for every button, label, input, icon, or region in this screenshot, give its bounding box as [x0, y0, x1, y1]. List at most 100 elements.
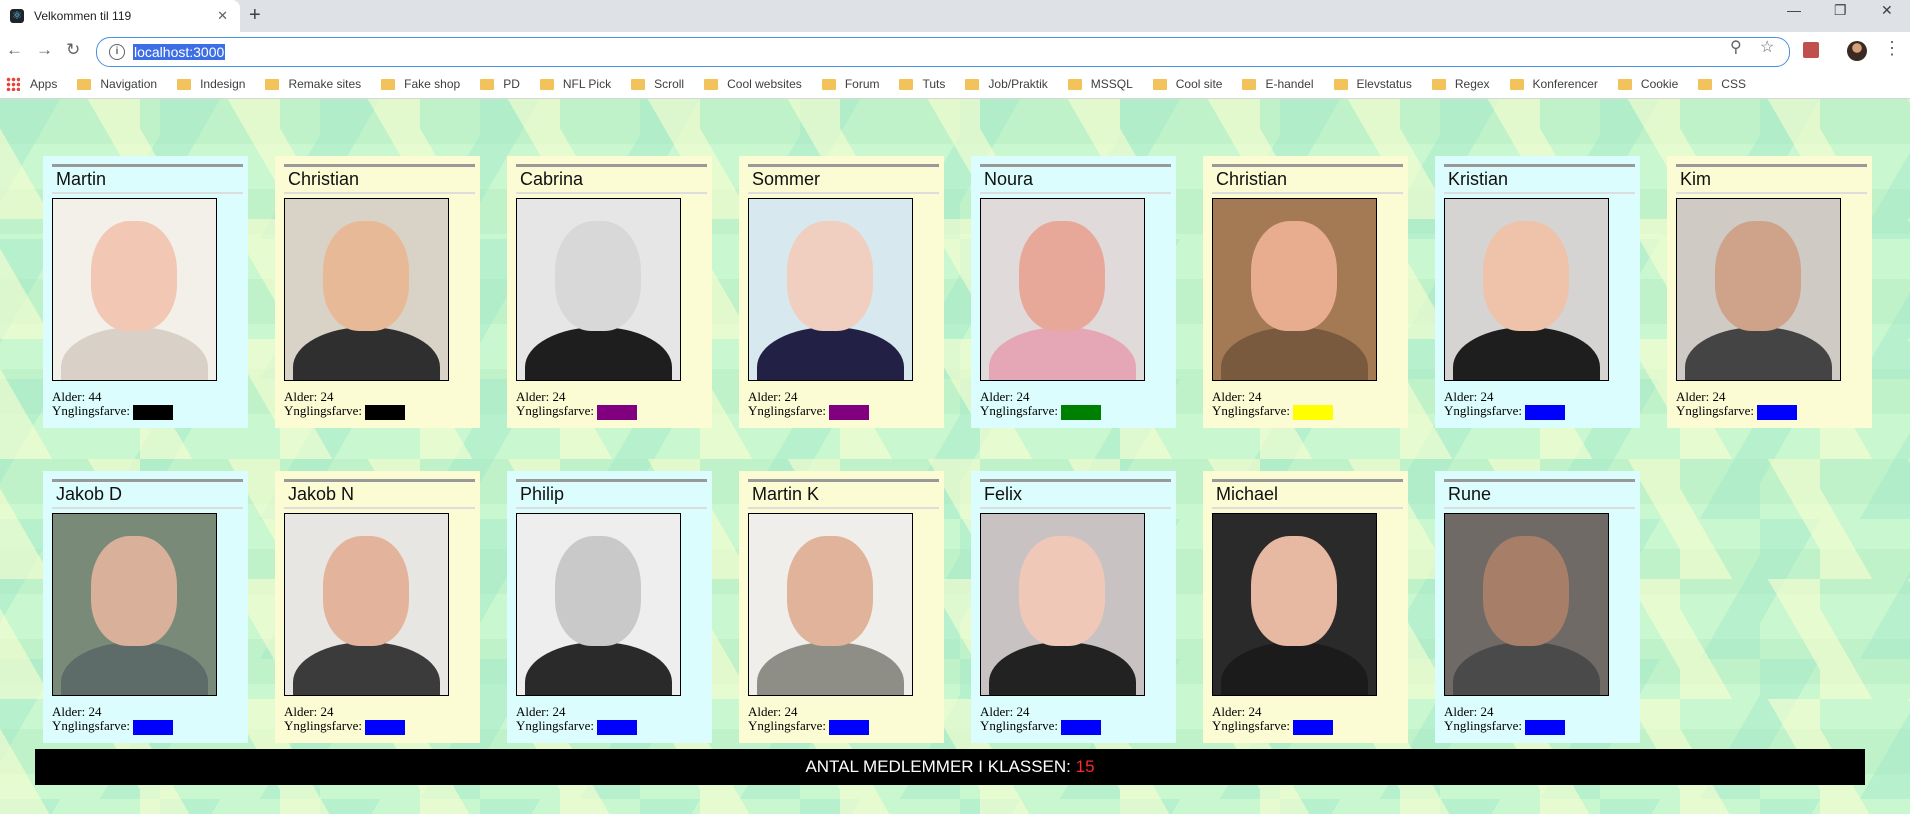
bookmark-star-icon[interactable]: ☆: [1760, 37, 1774, 57]
bookmark-label: Tuts: [922, 77, 946, 91]
bookmark-label: PD: [503, 77, 520, 91]
favorite-color-label: Ynglingsfarve:: [52, 718, 130, 733]
reload-icon[interactable]: ↻: [66, 40, 80, 60]
member-info: Alder: 44 Ynglingsfarve:: [52, 390, 173, 420]
age-label: Alder:: [1212, 389, 1246, 404]
member-photo: [980, 198, 1145, 381]
member-info: Alder: 24 Ynglingsfarve:: [284, 390, 405, 420]
bookmark-item[interactable]: Cookie: [1617, 77, 1678, 91]
member-photo: [284, 513, 449, 696]
favorite-color-label: Ynglingsfarve:: [980, 718, 1058, 733]
zoom-icon[interactable]: ⚲: [1730, 37, 1742, 57]
favorite-color-label: Ynglingsfarve:: [748, 403, 826, 418]
bookmark-item[interactable]: Remake sites: [265, 77, 361, 91]
favorite-color-swatch: [364, 404, 405, 420]
new-tab-button[interactable]: +: [249, 4, 261, 27]
member-card: Jakob D Alder: 24 Ynglingsfarve:: [43, 471, 248, 743]
member-count-label: ANTAL MEDLEMMER I KLASSEN:: [805, 757, 1071, 776]
age-label: Alder:: [1444, 389, 1478, 404]
age-label: Alder:: [284, 704, 318, 719]
minimize-icon[interactable]: —: [1787, 2, 1801, 18]
bookmark-item[interactable]: Tuts: [899, 77, 945, 91]
browser-menu-icon[interactable]: ⋮: [1883, 38, 1901, 59]
favorite-color-label: Ynglingsfarve:: [516, 403, 594, 418]
bookmark-item[interactable]: Cool websites: [704, 77, 802, 91]
info-icon[interactable]: i: [109, 44, 125, 60]
member-photo: [1676, 198, 1841, 381]
favorite-color-label: Ynglingsfarve:: [748, 718, 826, 733]
bookmark-item[interactable]: Forum: [821, 77, 880, 91]
bookmark-item[interactable]: E-handel: [1242, 77, 1314, 91]
member-age: 24: [784, 389, 798, 404]
forward-icon[interactable]: →: [36, 40, 53, 60]
bookmark-item[interactable]: Job/Praktik: [965, 77, 1048, 91]
member-info: Alder: 24 Ynglingsfarve:: [748, 390, 869, 420]
bookmark-item[interactable]: Cool site: [1152, 77, 1222, 91]
url-text[interactable]: localhost:3000: [133, 44, 226, 60]
photo-body: [525, 327, 672, 380]
favorite-color-swatch: [828, 404, 869, 420]
address-bar[interactable]: i localhost:3000: [96, 37, 1790, 67]
member-name: Christian: [284, 164, 475, 194]
browser-tab-active[interactable]: ⚛ Velkommen til 119 ✕: [0, 0, 240, 32]
page-content: ANTAL MEDLEMMER I KLASSEN: 15 Martin Alde…: [0, 99, 1910, 814]
react-icon: ⚛: [10, 9, 24, 23]
bookmark-item[interactable]: Navigation: [77, 77, 157, 91]
bookmark-item[interactable]: MSSQL: [1067, 77, 1133, 91]
bookmark-label: E-handel: [1265, 77, 1314, 91]
folder-icon: [177, 78, 192, 90]
member-age: 24: [552, 704, 566, 719]
photo-face: [1715, 221, 1801, 331]
folder-icon: [1509, 78, 1524, 90]
member-age: 24: [88, 704, 102, 719]
close-tab-icon[interactable]: ✕: [217, 8, 228, 24]
bookmark-item[interactable]: Regex: [1431, 77, 1490, 91]
photo-face: [1483, 221, 1569, 331]
folder-icon: [965, 78, 980, 90]
bookmark-label: Forum: [844, 77, 880, 91]
member-age: 24: [552, 389, 566, 404]
bookmark-item[interactable]: Scroll: [631, 77, 684, 91]
member-age: 24: [1480, 389, 1494, 404]
favorite-color-swatch: [1060, 404, 1101, 420]
restore-icon[interactable]: ❐: [1834, 2, 1847, 19]
folder-icon: [1333, 78, 1348, 90]
pdf-extension-icon[interactable]: [1803, 42, 1819, 58]
bookmark-item[interactable]: PD: [480, 77, 520, 91]
member-photo: [1212, 198, 1377, 381]
member-photo: [748, 513, 913, 696]
bookmark-item[interactable]: NFL Pick: [539, 77, 611, 91]
member-age: 24: [320, 389, 334, 404]
photo-face: [787, 221, 873, 331]
favorite-color-label: Ynglingsfarve:: [1212, 403, 1290, 418]
bookmark-apps[interactable]: Apps: [6, 77, 57, 91]
member-photo: [284, 198, 449, 381]
member-age: 24: [1248, 704, 1262, 719]
bookmark-item[interactable]: Elevstatus: [1333, 77, 1412, 91]
back-icon[interactable]: ←: [6, 40, 23, 60]
photo-face: [1019, 221, 1105, 331]
photo-face: [1483, 536, 1569, 646]
member-name: Jakob D: [52, 479, 243, 509]
window-close-icon[interactable]: ✕: [1881, 2, 1893, 19]
member-name: Philip: [516, 479, 707, 509]
member-count-value: 15: [1075, 757, 1095, 776]
bookmark-item[interactable]: Konferencer: [1509, 77, 1598, 91]
photo-body: [61, 642, 208, 695]
folder-icon: [265, 78, 280, 90]
bookmark-item[interactable]: Indesign: [177, 77, 245, 91]
bookmark-item[interactable]: CSS: [1698, 77, 1746, 91]
member-card: Sommer Alder: 24 Ynglingsfarve:: [739, 156, 944, 428]
profile-avatar[interactable]: [1847, 41, 1867, 61]
bookmark-label: Scroll: [654, 77, 685, 91]
member-photo: [52, 513, 217, 696]
photo-face: [323, 536, 409, 646]
member-name: Martin K: [748, 479, 939, 509]
folder-icon: [1617, 78, 1632, 90]
folder-icon: [1242, 78, 1257, 90]
bookmark-item[interactable]: Fake shop: [381, 77, 460, 91]
bookmark-label: Regex: [1454, 77, 1490, 91]
member-age: 24: [784, 704, 798, 719]
bookmarks-bar: Apps Navigation Indesign Remake sites Fake s…: [0, 70, 1910, 99]
age-label: Alder:: [748, 704, 782, 719]
